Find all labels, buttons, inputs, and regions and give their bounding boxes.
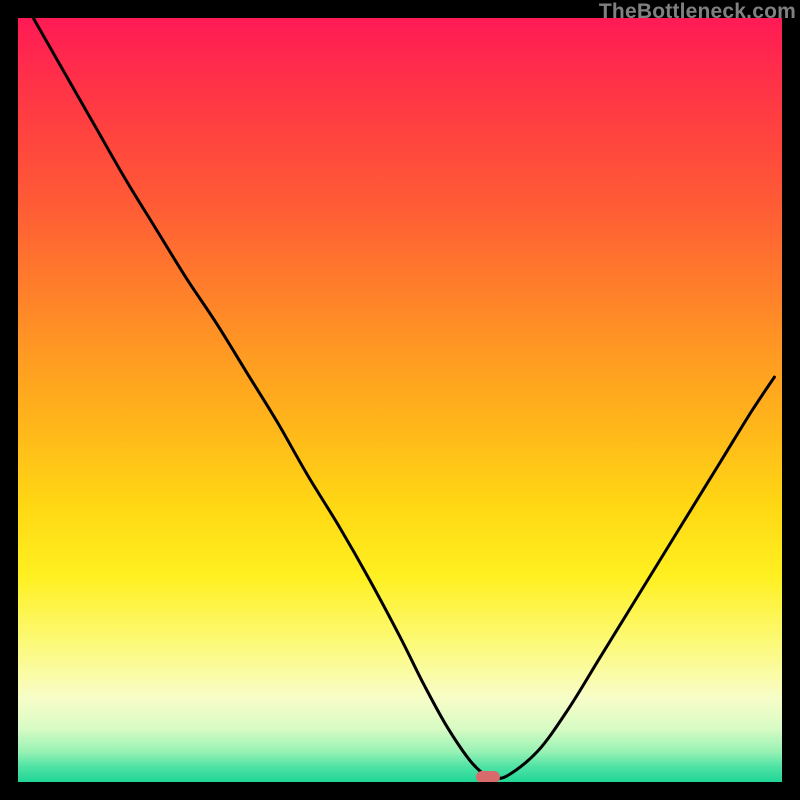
bottleneck-curve: [18, 18, 782, 782]
plot-area: [18, 18, 782, 782]
chart-stage: TheBottleneck.com: [0, 0, 800, 800]
watermark-label: TheBottleneck.com: [599, 1, 796, 22]
marker-pill: [476, 771, 500, 782]
